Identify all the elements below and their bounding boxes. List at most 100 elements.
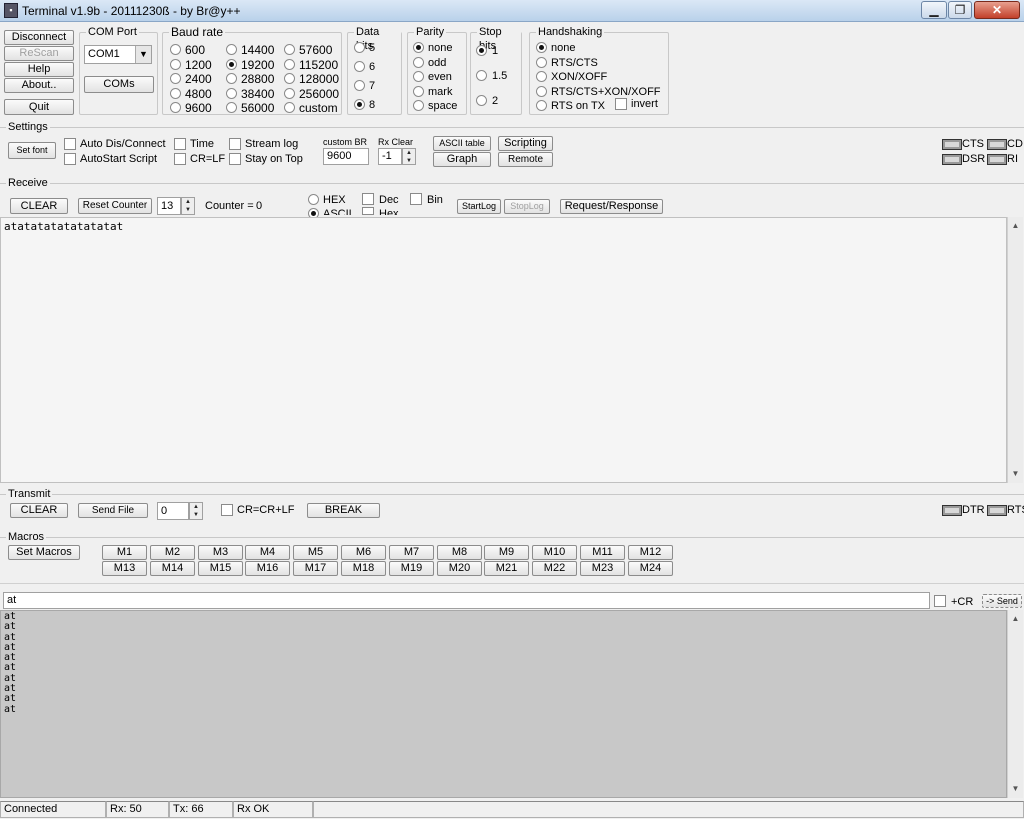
rx-clear-stepper[interactable]: ▲ ▼	[402, 148, 416, 165]
baud-radio-128000[interactable]	[284, 73, 295, 84]
transmit-stepper[interactable]: ▲ ▼	[189, 502, 203, 520]
macro-button-m19[interactable]: M19	[389, 561, 434, 576]
macro-button-m23[interactable]: M23	[580, 561, 625, 576]
set-macros-button[interactable]: Set Macros	[8, 545, 80, 560]
coms-button[interactable]: COMs	[84, 76, 154, 93]
handshaking-radio-1[interactable]	[536, 56, 547, 68]
data-bits-radio-7[interactable]	[354, 80, 365, 91]
scroll-up-icon[interactable]: ▲	[1008, 218, 1023, 234]
baud-radio-19200[interactable]	[226, 58, 237, 70]
dec-checkbox[interactable]	[362, 193, 374, 205]
data-bits-radio-6[interactable]	[354, 61, 365, 72]
cr-lf-checkbox[interactable]	[174, 153, 186, 165]
macro-button-m9[interactable]: M9	[484, 545, 529, 560]
data-bits-radio-8[interactable]	[354, 99, 365, 110]
macro-button-m1[interactable]: M1	[102, 545, 147, 560]
stop-bits-radio-1[interactable]	[476, 45, 487, 56]
macro-button-m18[interactable]: M18	[341, 561, 386, 576]
bin-checkbox[interactable]	[410, 193, 422, 205]
macro-button-m7[interactable]: M7	[389, 545, 434, 560]
baud-radio-115200[interactable]	[284, 58, 295, 70]
handshaking-radio-3[interactable]	[536, 85, 547, 97]
macro-button-m20[interactable]: M20	[437, 561, 482, 576]
macro-button-m5[interactable]: M5	[293, 545, 338, 560]
receive-clear-button[interactable]: CLEAR	[10, 198, 68, 214]
macro-button-m14[interactable]: M14	[150, 561, 195, 576]
baud-radio-28800[interactable]	[226, 73, 237, 84]
handshaking-radio-0[interactable]	[536, 42, 547, 53]
com-port-select[interactable]: COM1 ▼	[84, 45, 152, 64]
receive-area[interactable]: atatatatatatatatat	[0, 217, 1007, 483]
macro-button-m2[interactable]: M2	[150, 545, 195, 560]
parity-radio-none[interactable]	[413, 42, 424, 53]
macro-button-m8[interactable]: M8	[437, 545, 482, 560]
reset-counter-button[interactable]: Reset Counter	[78, 198, 152, 214]
transmit-log-area[interactable]: at at at at at at at at at at	[0, 610, 1007, 798]
macro-button-m24[interactable]: M24	[628, 561, 673, 576]
baud-radio-custom[interactable]	[284, 102, 295, 113]
disconnect-button[interactable]: Disconnect	[4, 30, 74, 45]
parity-radio-mark[interactable]	[413, 85, 424, 97]
transmit-spin-input[interactable]: 0	[157, 502, 189, 520]
macro-button-m12[interactable]: M12	[628, 545, 673, 560]
handshaking-radio-4[interactable]	[536, 100, 547, 111]
baud-radio-1200[interactable]	[170, 58, 181, 70]
data-bits-radio-5[interactable]	[354, 42, 365, 53]
close-button[interactable]: ✕	[974, 1, 1020, 19]
parity-radio-odd[interactable]	[413, 56, 424, 68]
graph-button[interactable]: Graph	[433, 152, 491, 167]
ascii-table-button[interactable]: ASCII table	[433, 136, 491, 151]
autostart-script-checkbox[interactable]	[64, 153, 76, 165]
stay-on-top-checkbox[interactable]	[229, 153, 241, 165]
transmit-log-scrollbar[interactable]: ▲ ▼	[1007, 610, 1023, 798]
minimize-button[interactable]: ▁	[921, 1, 947, 19]
maximize-button[interactable]: ❐	[948, 1, 972, 19]
send-button[interactable]: -> Send	[982, 594, 1022, 608]
baud-radio-56000[interactable]	[226, 102, 237, 113]
request-response-button[interactable]: Request/Response	[560, 199, 663, 214]
baud-radio-14400[interactable]	[226, 44, 237, 55]
break-button[interactable]: BREAK	[307, 503, 380, 518]
parity-radio-even[interactable]	[413, 71, 424, 82]
macro-button-m10[interactable]: M10	[532, 545, 577, 560]
baud-radio-9600[interactable]	[170, 102, 181, 113]
receive-scrollbar[interactable]: ▲ ▼	[1007, 217, 1023, 483]
macro-button-m16[interactable]: M16	[245, 561, 290, 576]
about-button[interactable]: About..	[4, 78, 74, 93]
start-log-button[interactable]: StartLog	[457, 199, 501, 214]
stop-bits-radio-1.5[interactable]	[476, 70, 487, 81]
quit-button[interactable]: Quit	[4, 99, 74, 115]
macro-button-m13[interactable]: M13	[102, 561, 147, 576]
scroll-down-icon[interactable]: ▼	[1008, 781, 1023, 797]
baud-radio-38400[interactable]	[226, 87, 237, 99]
hex-radio[interactable]	[308, 194, 319, 205]
cr-crlf-checkbox[interactable]	[221, 504, 233, 516]
set-font-button[interactable]: Set font	[8, 142, 56, 159]
scroll-down-icon[interactable]: ▼	[1008, 466, 1023, 482]
macro-button-m22[interactable]: M22	[532, 561, 577, 576]
handshaking-radio-2[interactable]	[536, 71, 547, 82]
stream-log-checkbox[interactable]	[229, 138, 241, 150]
plus-cr-checkbox[interactable]	[934, 595, 946, 607]
stop-bits-radio-2[interactable]	[476, 95, 487, 106]
baud-radio-256000[interactable]	[284, 87, 295, 99]
baud-radio-2400[interactable]	[170, 73, 181, 84]
scroll-up-icon[interactable]: ▲	[1008, 611, 1023, 627]
rts-led[interactable]	[987, 505, 1007, 516]
baud-radio-4800[interactable]	[170, 87, 181, 99]
macro-button-m17[interactable]: M17	[293, 561, 338, 576]
auto-dis-connect-checkbox[interactable]	[64, 138, 76, 150]
dtr-led[interactable]	[942, 505, 962, 516]
macro-button-m4[interactable]: M4	[245, 545, 290, 560]
scripting-button[interactable]: Scripting	[498, 136, 553, 151]
send-input[interactable]: at	[3, 592, 930, 609]
remote-button[interactable]: Remote	[498, 152, 553, 167]
macro-button-m3[interactable]: M3	[198, 545, 243, 560]
counter-stepper[interactable]: ▲ ▼	[181, 197, 195, 215]
send-file-button[interactable]: Send File	[78, 503, 148, 518]
macro-button-m15[interactable]: M15	[198, 561, 243, 576]
help-button[interactable]: Help	[4, 62, 74, 77]
rescan-button[interactable]: ReScan	[4, 46, 74, 61]
counter-input[interactable]: 13	[157, 197, 181, 215]
baud-radio-600[interactable]	[170, 44, 181, 55]
